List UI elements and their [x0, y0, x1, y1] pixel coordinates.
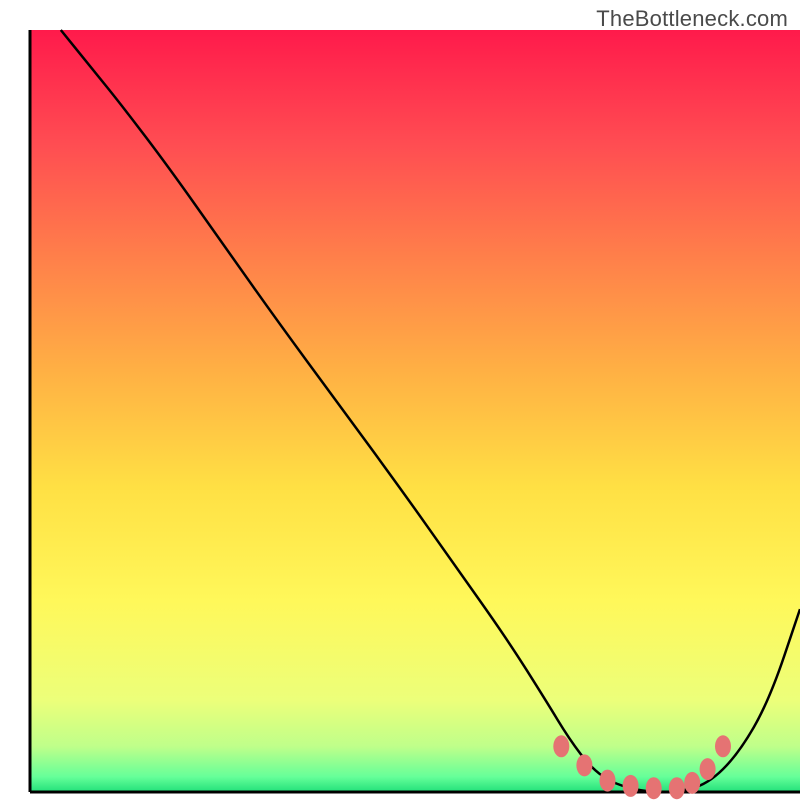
chart-container: TheBottleneck.com	[0, 0, 800, 800]
valley-marker	[600, 770, 616, 792]
valley-marker	[646, 777, 662, 799]
valley-marker	[700, 758, 716, 780]
valley-marker	[553, 735, 569, 757]
plot-background	[30, 30, 800, 792]
valley-marker	[623, 775, 639, 797]
bottleneck-chart	[0, 0, 800, 800]
valley-marker	[715, 735, 731, 757]
watermark-text: TheBottleneck.com	[596, 6, 788, 32]
valley-marker	[669, 777, 685, 799]
valley-marker	[684, 772, 700, 794]
valley-marker	[576, 754, 592, 776]
